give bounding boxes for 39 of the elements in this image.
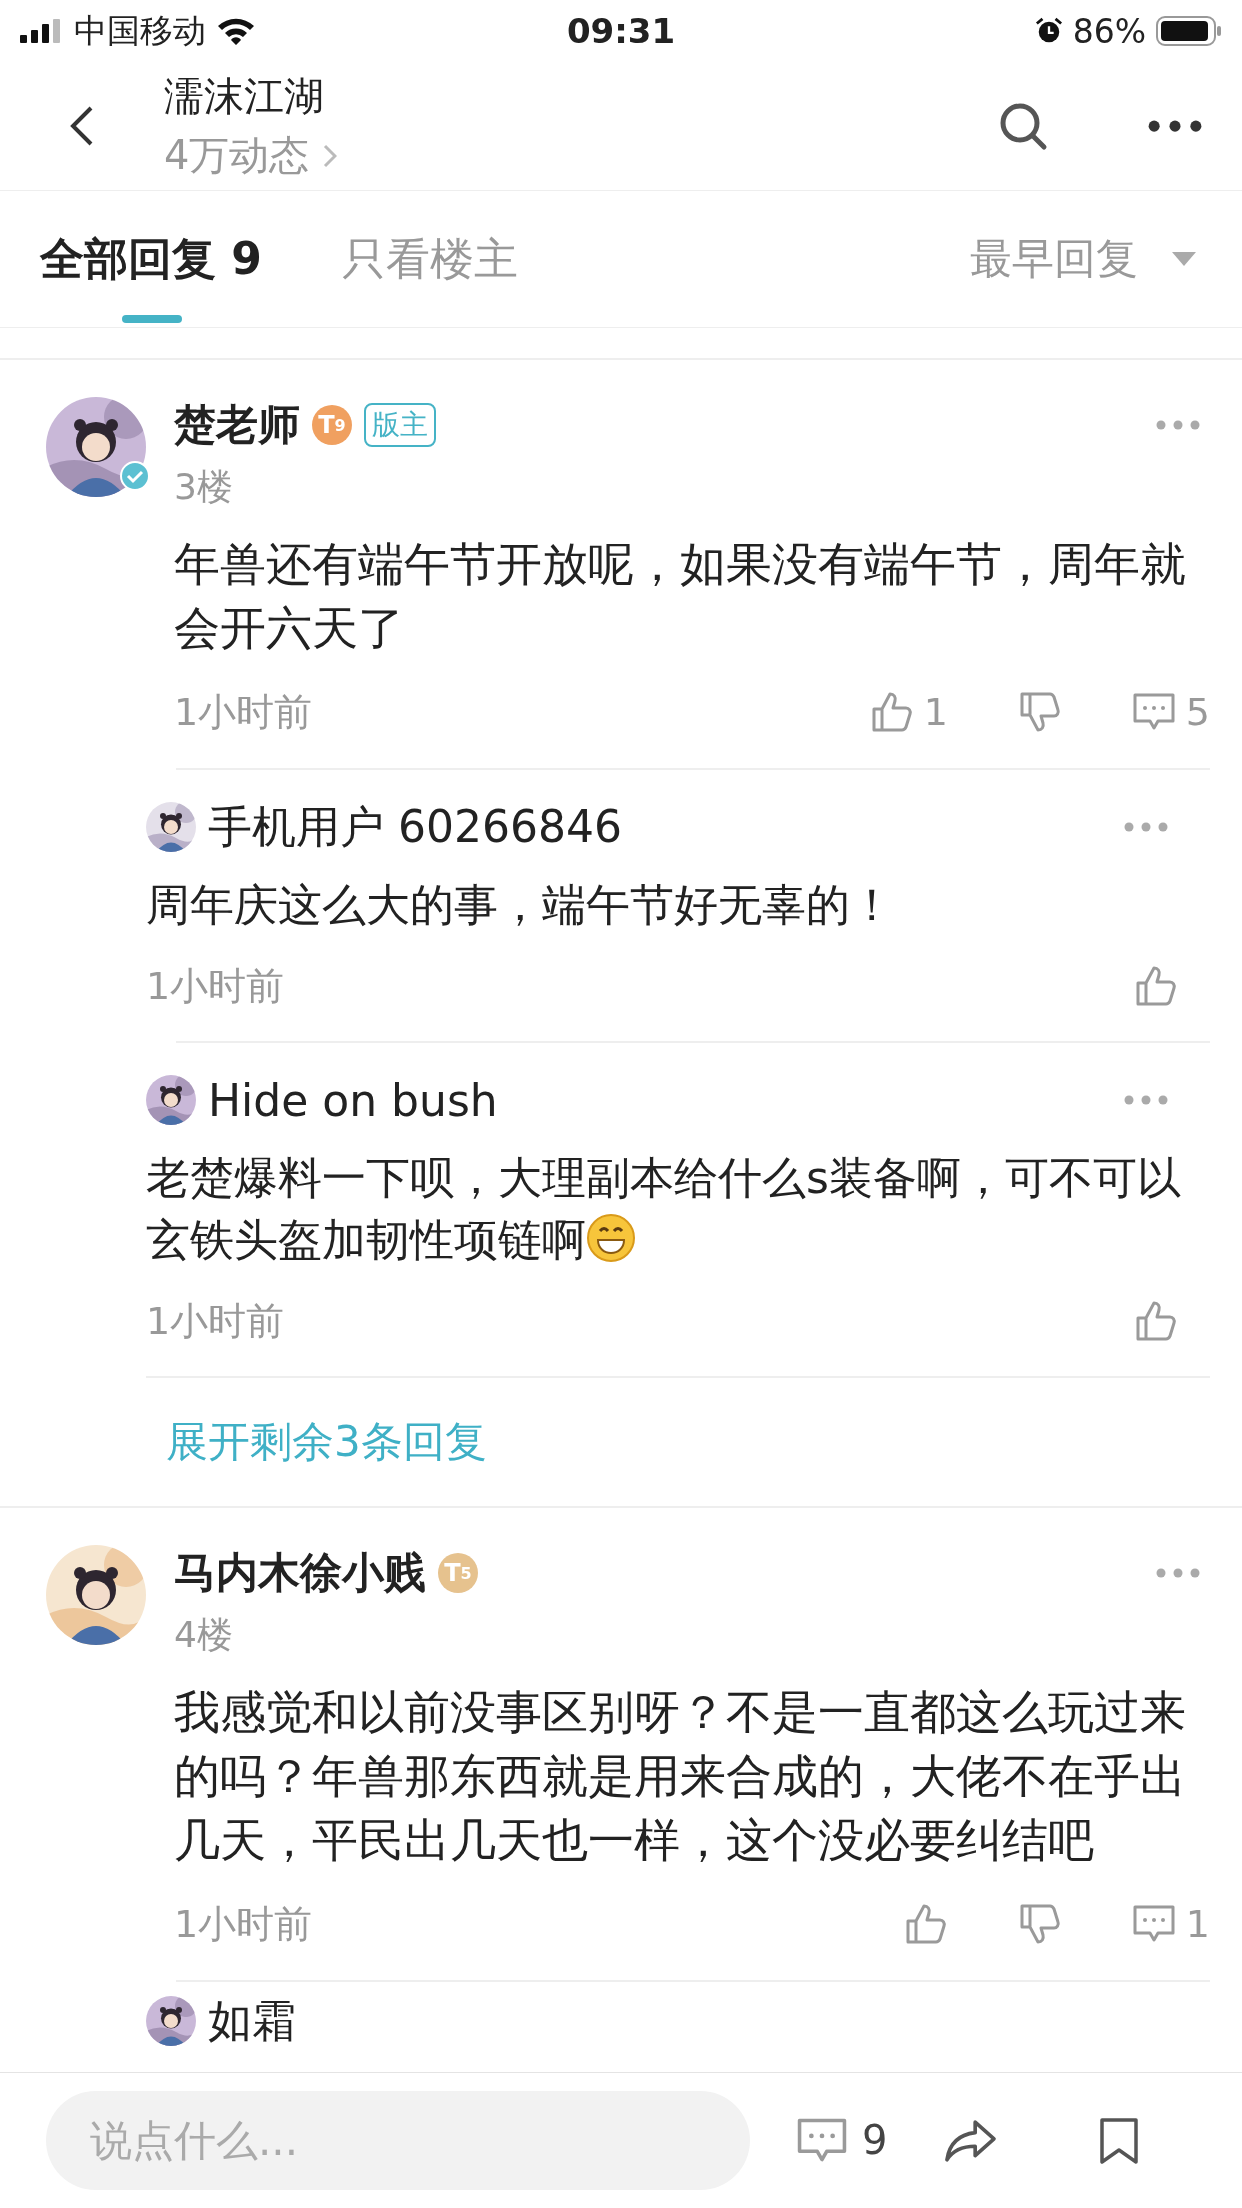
battery-icon (1156, 16, 1222, 46)
timestamp: 1小时前 (146, 1297, 286, 1345)
author-name[interactable]: 楚老师 (174, 397, 300, 453)
clock-time: 09:31 (566, 11, 676, 51)
floor-number: 3楼 (174, 465, 234, 509)
comment-count: 9 (862, 2117, 888, 2164)
floor-number: 4楼 (174, 1613, 234, 1657)
more-icon[interactable] (1148, 119, 1202, 133)
author-name[interactable]: 如霜 (208, 1991, 296, 2051)
battery-percent: 86% (1072, 11, 1146, 51)
like-count: 1 (923, 690, 948, 734)
chevron-right-icon[interactable] (323, 143, 338, 168)
search-icon[interactable] (998, 101, 1048, 151)
comment-text: 年兽还有端午节开放呢，如果没有端午节，周年就会开六天了 (174, 536, 1187, 657)
reply-count: 1 (1185, 1902, 1210, 1946)
comment-icon[interactable] (1131, 1904, 1176, 1944)
timestamp: 1小时前 (174, 688, 314, 736)
reply-count: 5 (1185, 690, 1210, 734)
carrier-name: 中国移动 (74, 9, 206, 52)
timestamp: 1小时前 (174, 1900, 314, 1948)
comment-input[interactable]: 说点什么... (46, 2091, 750, 2190)
alarm-icon (1034, 17, 1063, 45)
bookmark-icon[interactable] (1099, 2116, 1140, 2165)
reply-text: 周年庆这么大的事，端午节好无辜的！ (146, 878, 895, 932)
page-title: 濡沫江湖 (164, 72, 325, 121)
author-name[interactable]: 手机用户 60266846 (208, 797, 622, 857)
author-name[interactable]: Hide on bush (208, 1074, 498, 1126)
moderator-tag: 版主 (364, 403, 436, 447)
caret-icon (1172, 252, 1196, 266)
timestamp: 1小时前 (146, 962, 286, 1010)
author-name[interactable]: 马内木徐小贱 (174, 1545, 426, 1601)
thumbs-up-icon[interactable] (1134, 1299, 1178, 1343)
comment-icon[interactable] (1131, 692, 1176, 732)
reply-text: 老楚爆料一下呗，大理副本给什么s装备啊，可不可以玄铁头盔加韧性项链啊 (146, 1151, 1182, 1267)
thumbs-up-icon[interactable] (1134, 964, 1178, 1008)
tab[interactable]: 全部回复 9 (40, 191, 262, 327)
comment-text: 我感觉和以前没事区别呀？不是一直都这么玩过来的吗？年兽那东西就是用来合成的，大佬不在乎出几天，平民出几天也一样，这个没必要纠结吧 (174, 1684, 1187, 1869)
back-icon[interactable] (70, 106, 94, 146)
wifi-icon (216, 16, 256, 46)
